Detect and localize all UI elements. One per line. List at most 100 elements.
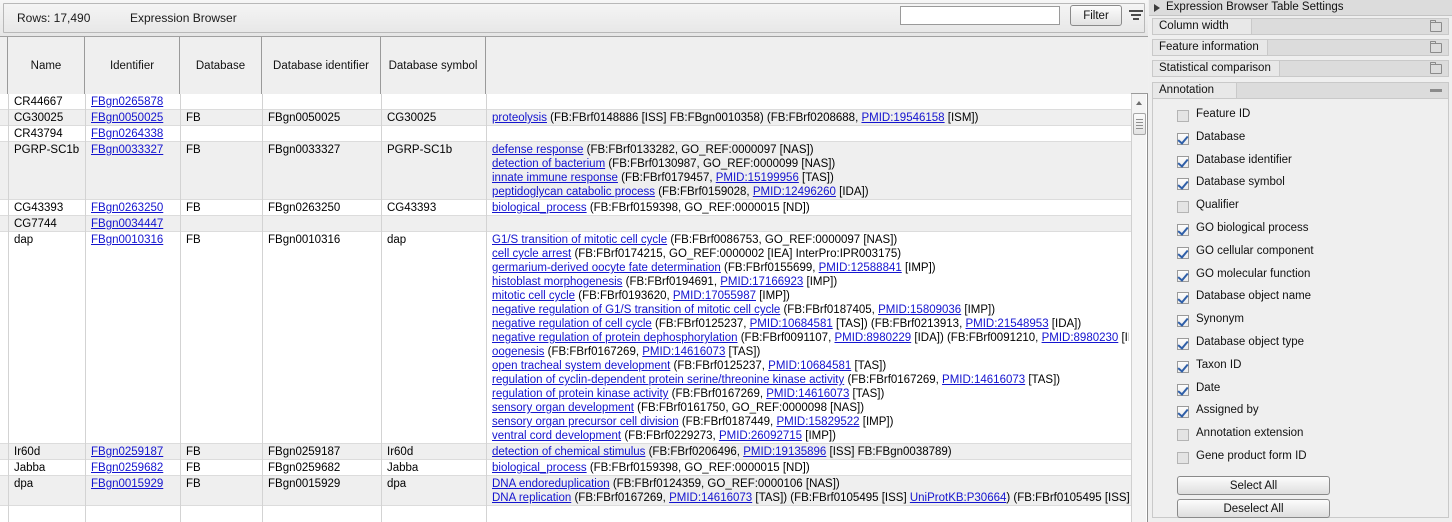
annotation-link[interactable]: negative regulation of cell cycle [492, 318, 652, 330]
cell-identifier[interactable]: FBgn0010316 [85, 232, 180, 444]
settings-section-feature-information[interactable]: Feature information [1152, 39, 1449, 56]
cell-identifier[interactable]: FBgn0265878 [85, 94, 180, 110]
table-row[interactable]: Ir60dFBgn0259187FBFBgn0259187Ir60ddetect… [0, 444, 1131, 460]
scrollbar-thumb[interactable] [1133, 113, 1146, 135]
cell-identifier[interactable]: FBgn0034447 [85, 216, 180, 232]
annotation-link[interactable]: PMID:15809036 [878, 304, 961, 316]
checkbox-box[interactable] [1177, 338, 1189, 350]
annotation-link[interactable]: defense response [492, 144, 583, 156]
filter-button[interactable]: Filter [1070, 5, 1122, 26]
annotation-link[interactable]: regulation of cyclin-dependent protein s… [492, 374, 844, 386]
cell-identifier[interactable]: FBgn0259187 [85, 444, 180, 460]
column-header[interactable]: Database [180, 37, 262, 94]
column-header[interactable]: Identifier [85, 37, 180, 94]
column-header[interactable]: Database symbol [381, 37, 486, 94]
select-all-button[interactable]: Select All [1177, 476, 1330, 495]
annotation-link[interactable]: detection of bacterium [492, 158, 605, 170]
annotation-link[interactable]: PMID:15829522 [776, 416, 859, 428]
settings-section-statistical-comparison[interactable]: Statistical comparison [1152, 60, 1449, 77]
cell-identifier[interactable]: FBgn0263250 [85, 200, 180, 216]
table-row[interactable]: CG30025FBgn0050025FBFBgn0050025CG30025pr… [0, 110, 1131, 126]
annotation-link[interactable]: open tracheal system development [492, 360, 670, 372]
annotation-link[interactable]: regulation of protein kinase activity [492, 388, 668, 400]
cell-identifier[interactable]: FBgn0259682 [85, 460, 180, 476]
folder-icon[interactable] [1430, 64, 1442, 74]
identifier-link[interactable]: FBgn0263250 [91, 202, 163, 214]
table-row[interactable]: JabbaFBgn0259682FBFBgn0259682Jabbabiolog… [0, 460, 1131, 476]
scroll-up-arrow-icon[interactable] [1132, 94, 1146, 111]
annotation-link[interactable]: PMID:15199956 [716, 172, 799, 184]
identifier-link[interactable]: FBgn0050025 [91, 112, 163, 124]
identifier-link[interactable]: FBgn0265878 [91, 96, 163, 108]
annotation-link[interactable]: DNA endoreduplication [492, 478, 610, 490]
annotation-link[interactable]: ventral cord development [492, 430, 621, 442]
table-row[interactable]: dpaFBgn0015929FBFBgn0015929dpaDNA endore… [0, 476, 1131, 506]
checkbox-box[interactable] [1177, 315, 1189, 327]
cell-identifier[interactable]: FBgn0033327 [85, 142, 180, 200]
vertical-scrollbar[interactable] [1131, 94, 1146, 522]
settings-section-annotation[interactable]: Annotation [1152, 82, 1449, 99]
checkbox-box[interactable] [1177, 406, 1189, 418]
annotation-link[interactable]: PMID:26092715 [719, 430, 802, 442]
table-row[interactable]: CG7744FBgn0034447 [0, 216, 1131, 232]
identifier-link[interactable]: FBgn0033327 [91, 144, 163, 156]
annotation-link[interactable]: PMID:14616073 [669, 492, 752, 504]
identifier-link[interactable]: FBgn0015929 [91, 478, 163, 490]
checkbox-box[interactable] [1177, 201, 1189, 213]
annotation-link[interactable]: PMID:8980229 [834, 332, 911, 344]
identifier-link[interactable]: FBgn0034447 [91, 218, 163, 230]
annotation-link[interactable]: PMID:10684581 [750, 318, 833, 330]
annotation-link[interactable]: PMID:17166923 [720, 276, 803, 288]
annotation-link[interactable]: sensory organ precursor cell division [492, 416, 679, 428]
annotation-link[interactable]: UniProtKB:P30664 [910, 492, 1007, 504]
annotation-link[interactable]: PMID:19546158 [861, 112, 944, 124]
annotation-link[interactable]: sensory organ development [492, 402, 634, 414]
identifier-link[interactable]: FBgn0264338 [91, 128, 163, 140]
annotation-link[interactable]: PMID:19135896 [743, 446, 826, 458]
annotation-link[interactable]: proteolysis [492, 112, 547, 124]
checkbox-box[interactable] [1177, 110, 1189, 122]
table-row[interactable]: dapFBgn0010316FBFBgn0010316dapG1/S trans… [0, 232, 1131, 444]
folder-icon[interactable] [1430, 22, 1442, 32]
annotation-link[interactable]: PMID:17055987 [673, 290, 756, 302]
identifier-link[interactable]: FBgn0259187 [91, 446, 163, 458]
checkbox-box[interactable] [1177, 224, 1189, 236]
table-row[interactable]: PGRP-SC1bFBgn0033327FBFBgn0033327PGRP-SC… [0, 142, 1131, 200]
folder-icon[interactable] [1430, 43, 1442, 53]
annotation-link[interactable]: negative regulation of G1/S transition o… [492, 304, 780, 316]
minus-icon[interactable] [1430, 89, 1442, 92]
table-row[interactable]: CR44667FBgn0265878 [0, 94, 1131, 110]
checkbox-box[interactable] [1177, 133, 1189, 145]
annotation-link[interactable]: PMID:12588841 [819, 262, 902, 274]
annotation-link[interactable]: PMID:21548953 [965, 318, 1048, 330]
deselect-all-button[interactable]: Deselect All [1177, 499, 1330, 518]
checkbox-box[interactable] [1177, 178, 1189, 190]
cell-identifier[interactable]: FBgn0264338 [85, 126, 180, 142]
identifier-link[interactable]: FBgn0259682 [91, 462, 163, 474]
annotation-link[interactable]: detection of chemical stimulus [492, 446, 645, 458]
annotation-link[interactable]: PMID:12496260 [753, 186, 836, 198]
annotation-link[interactable]: PMID:14616073 [766, 388, 849, 400]
checkbox-box[interactable] [1177, 429, 1189, 441]
checkbox-box[interactable] [1177, 247, 1189, 259]
checkbox-box[interactable] [1177, 270, 1189, 282]
chevron-right-icon[interactable] [1154, 4, 1160, 12]
filter-input[interactable] [900, 6, 1060, 25]
annotation-link[interactable]: mitotic cell cycle [492, 290, 575, 302]
table-row[interactable]: CG43393FBgn0263250FBFBgn0263250CG43393bi… [0, 200, 1131, 216]
annotation-link[interactable]: histoblast morphogenesis [492, 276, 622, 288]
annotation-link[interactable]: PMID:8980230 [1042, 332, 1119, 344]
annotation-link[interactable]: negative regulation of protein dephospho… [492, 332, 738, 344]
annotation-link[interactable]: biological_process [492, 462, 587, 474]
settings-panel-header[interactable]: Expression Browser Table Settings [1149, 0, 1452, 16]
annotation-link[interactable]: innate immune response [492, 172, 618, 184]
annotation-link[interactable]: DNA replication [492, 492, 571, 504]
column-header[interactable] [486, 37, 1131, 94]
checkbox-box[interactable] [1177, 292, 1189, 304]
annotation-link[interactable]: G1/S transition of mitotic cell cycle [492, 234, 667, 246]
annotation-link[interactable]: oogenesis [492, 346, 544, 358]
checkbox-box[interactable] [1177, 361, 1189, 373]
annotation-link[interactable]: germarium-derived oocyte fate determinat… [492, 262, 721, 274]
column-header[interactable]: Name [8, 37, 85, 94]
settings-section-column-width[interactable]: Column width [1152, 18, 1449, 35]
